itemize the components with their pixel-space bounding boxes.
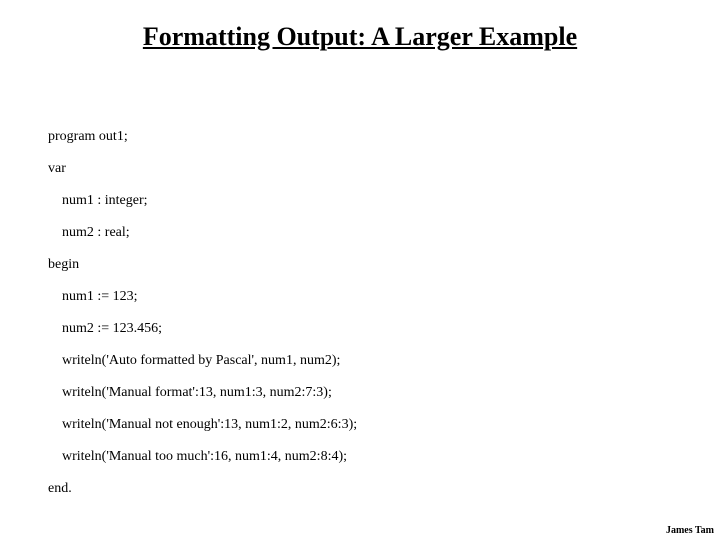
code-line: writeln('Manual not enough':13, num1:2, …: [48, 418, 357, 432]
code-line: writeln('Auto formatted by Pascal', num1…: [48, 354, 357, 368]
code-line: var: [48, 162, 357, 176]
footer-author: James Tam: [666, 525, 714, 536]
page-title: Formatting Output: A Larger Example: [0, 22, 720, 52]
slide: Formatting Output: A Larger Example prog…: [0, 0, 720, 540]
code-line: writeln('Manual format':13, num1:3, num2…: [48, 386, 357, 400]
code-block: program out1; var num1 : integer; num2 :…: [48, 130, 357, 514]
code-line: num2 : real;: [48, 226, 357, 240]
code-line: program out1;: [48, 130, 357, 144]
code-line: num1 := 123;: [48, 290, 357, 304]
code-line: num2 := 123.456;: [48, 322, 357, 336]
code-line: writeln('Manual too much':16, num1:4, nu…: [48, 450, 357, 464]
code-line: num1 : integer;: [48, 194, 357, 208]
code-line: begin: [48, 258, 357, 272]
code-line: end.: [48, 482, 357, 496]
